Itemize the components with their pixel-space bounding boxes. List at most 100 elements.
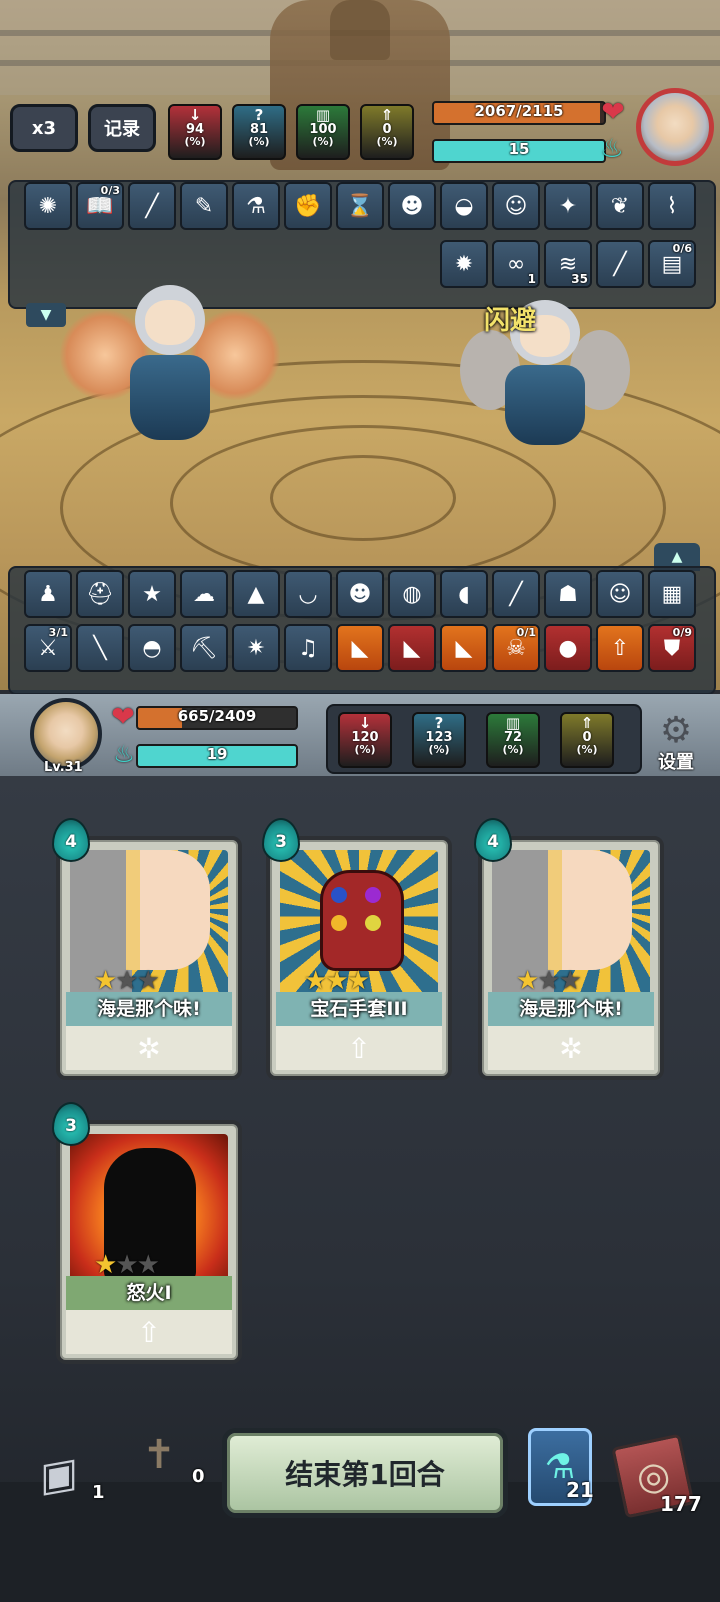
crystal-relic[interactable]: ✺ (24, 182, 72, 230)
pan-icon: ◍ (402, 581, 422, 607)
stat-badge[interactable]: ▥ 72 (%) (486, 712, 540, 768)
potion-relic[interactable]: ⚗ (232, 182, 280, 230)
speed-button[interactable]: x3 (10, 104, 78, 152)
scroll-icon: ✎ (194, 193, 214, 219)
stat-badge[interactable]: ? 81 (%) (232, 104, 286, 160)
shoe-relic[interactable]: ◖ (440, 570, 488, 618)
defense-icon: ▥ (315, 106, 331, 124)
tome-relic[interactable]: ▦ (648, 570, 696, 618)
hand-card[interactable]: ★★★ 海是那个味! ✲ 4 (474, 818, 664, 1080)
stat-badge[interactable]: ⇑ 0 (%) (360, 104, 414, 160)
card-footer: ✲ (66, 1026, 232, 1070)
floating-status-text: 闪避 (484, 306, 537, 336)
hand-card[interactable]: ★★★ 怒火I ⇧ 3 (52, 1102, 242, 1364)
ghost-relic[interactable]: ☁ (180, 570, 228, 618)
shield-relic[interactable]: ⛊ 0/9 (648, 624, 696, 672)
bowl-icon: ◡ (298, 581, 318, 607)
stat-unit: (%) (428, 743, 450, 756)
stat-badge[interactable]: ▥ 100 (%) (296, 104, 350, 160)
relic-count: 3/1 (48, 626, 68, 639)
up-arrow-relic[interactable]: ⇧ (596, 624, 644, 672)
face-relic[interactable]: ☺ (596, 570, 644, 618)
energy-flame-icon: ♨ (600, 134, 624, 164)
stat-badge[interactable]: ⇑ 0 (%) (560, 712, 614, 768)
face-relic[interactable]: ☺ (492, 182, 540, 230)
mask-icon: ☻ (400, 193, 424, 219)
blob-relic[interactable]: ● (544, 624, 592, 672)
hourglass-icon: ⌛ (346, 193, 374, 219)
ninja-relic[interactable]: ☗ (544, 570, 592, 618)
boot-relic[interactable]: ◣ (388, 624, 436, 672)
mask-relic[interactable]: ☻ (336, 570, 384, 618)
mask-relic[interactable]: ☻ (388, 182, 436, 230)
bone-icon: ✦ (558, 193, 578, 219)
leaf-relic[interactable]: ❦ (596, 182, 644, 230)
pouch-relic[interactable]: ◒ (440, 182, 488, 230)
chain-relic[interactable]: ∞ 1 (492, 240, 540, 288)
staff-icon: ╲ (93, 635, 107, 661)
settings-button[interactable]: 设置 (658, 748, 694, 774)
stat-unit: (%) (502, 743, 524, 756)
spiky-relic[interactable]: ✷ (232, 624, 280, 672)
card-cost: 3 (52, 1102, 90, 1146)
stat-badge[interactable]: ↓ 120 (%) (338, 712, 392, 768)
bowl-relic[interactable]: ◡ (284, 570, 332, 618)
stat-badge[interactable]: ? 123 (%) (412, 712, 466, 768)
bone-relic[interactable]: ✦ (544, 182, 592, 230)
record-button[interactable]: 记录 (88, 104, 156, 152)
helm-relic[interactable]: ◓ (128, 624, 176, 672)
bell-relic[interactable]: ♫ (284, 624, 332, 672)
boot-relic[interactable]: ◣ (440, 624, 488, 672)
red-stick-relic[interactable]: ╱ (128, 182, 176, 230)
grave-icon[interactable]: ✝ (128, 1430, 190, 1480)
enemy-energy-bar: 15 (432, 139, 606, 163)
map-relic[interactable]: ▤ 0/6 (648, 240, 696, 288)
boot-icon: ◣ (455, 635, 473, 661)
helmet-icon: ⛑ (86, 581, 114, 607)
rice-ball-icon: ▲ (247, 581, 265, 607)
cane-relic[interactable]: ⌇ (648, 182, 696, 230)
whistle-icon: ✲ (137, 1031, 161, 1065)
stat-unit: (%) (248, 135, 270, 148)
red-stick-relic[interactable]: ╱ (596, 240, 644, 288)
attack-arrow-icon: ↓ (188, 106, 202, 124)
enemy-portrait[interactable] (636, 88, 714, 166)
whistle-icon: ✲ (559, 1031, 583, 1065)
enemy-hp-bar: 2067/2115 (432, 101, 606, 125)
relic-count: 35 (571, 272, 588, 286)
player-hp-text: 665/2409 (177, 707, 257, 725)
sword-relic[interactable]: ⚔ 3/1 (24, 624, 72, 672)
red-stick-relic[interactable]: ╱ (492, 570, 540, 618)
gear-icon[interactable]: ⚙ (654, 710, 698, 751)
skull-icon: ☠ (506, 635, 526, 661)
helmet-relic[interactable]: ⛑ (76, 570, 124, 618)
player-energy-bar: 19 (136, 744, 298, 768)
staff-relic[interactable]: ╲ (76, 624, 124, 672)
ghost-icon: ☁ (193, 581, 215, 607)
pan-relic[interactable]: ◍ (388, 570, 436, 618)
doll-relic[interactable]: ♟ (24, 570, 72, 618)
up-arrow-icon: ⇧ (347, 1031, 371, 1065)
scroll-relic[interactable]: ✎ (180, 182, 228, 230)
rune-relic[interactable]: ✹ (440, 240, 488, 288)
hand-card[interactable]: ★★★ 海是那个味! ✲ 4 (52, 818, 242, 1080)
card-cost: 4 (52, 818, 90, 862)
claw-relic[interactable]: ≋ 35 (544, 240, 592, 288)
wand-relic[interactable]: ★ (128, 570, 176, 618)
grave-count: 0 (192, 1466, 205, 1487)
spellbook-relic[interactable]: 📖 0/3 (76, 182, 124, 230)
hourglass-relic[interactable]: ⌛ (336, 182, 384, 230)
hand-card[interactable]: ★★★ 宝石手套III ⇧ 3 (262, 818, 452, 1080)
boot-relic[interactable]: ◣ (336, 624, 384, 672)
end-turn-button[interactable]: 结束第1回合 (222, 1428, 508, 1518)
question-icon: ? (254, 106, 264, 124)
rice-ball-relic[interactable]: ▲ (232, 570, 280, 618)
stat-badge[interactable]: ↓ 94 (%) (168, 104, 222, 160)
boxing-glove-relic[interactable]: ✊ (284, 182, 332, 230)
energy-flame-icon: ♨ (113, 740, 135, 768)
potion-count: 21 (566, 1478, 594, 1502)
crit-icon: ⇑ (580, 714, 594, 732)
skull-relic[interactable]: ☠ 0/1 (492, 624, 540, 672)
pickaxe-relic[interactable]: ⛏ (180, 624, 228, 672)
card-footer: ✲ (488, 1026, 654, 1070)
